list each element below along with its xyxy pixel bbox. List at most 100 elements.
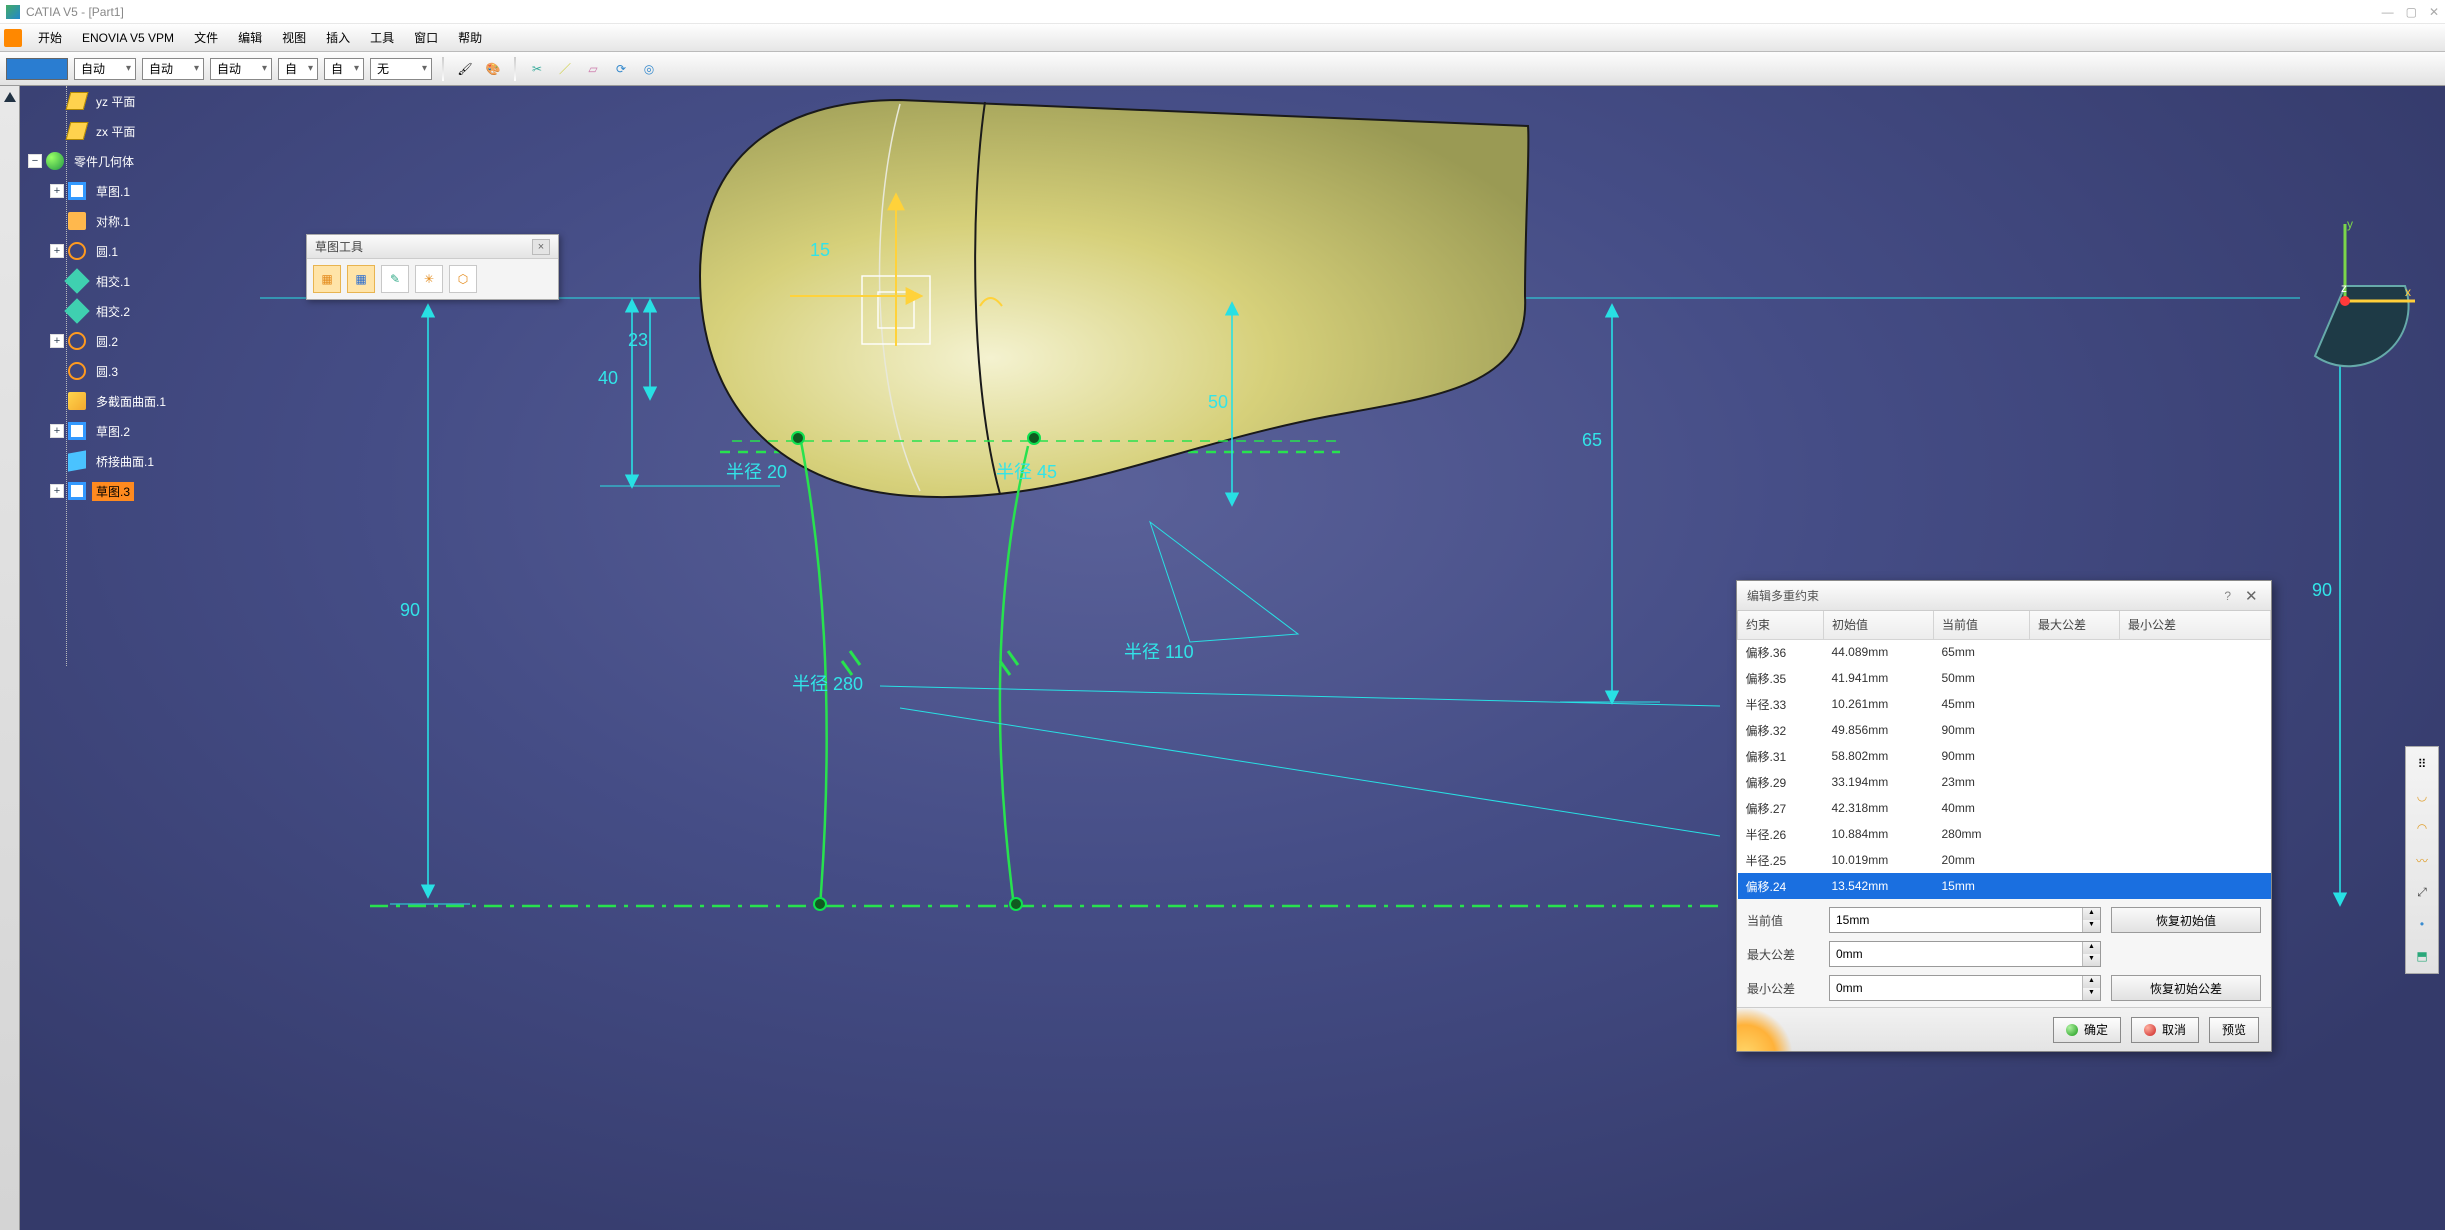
spin-up-icon[interactable]: ▲ — [2083, 908, 2100, 920]
tree-node[interactable]: + 圆.2 — [50, 326, 170, 356]
menu-edit[interactable]: 编辑 — [228, 26, 272, 49]
menu-view[interactable]: 视图 — [272, 26, 316, 49]
cancel-button[interactable]: 取消 — [2131, 1017, 2199, 1043]
construction-icon[interactable]: ✎ — [381, 265, 409, 293]
menu-file[interactable]: 文件 — [184, 26, 228, 49]
tree-node[interactable]: yz 平面 — [50, 86, 170, 116]
min-tol-input[interactable]: ▲▼ — [1829, 975, 2101, 1001]
col-initial[interactable]: 初始值 — [1824, 611, 1934, 639]
tree-node[interactable]: + 草图.3 — [50, 476, 170, 506]
table-row[interactable]: 偏移.2413.542mm15mm — [1738, 873, 2271, 899]
tree-node[interactable]: 多截面曲面.1 — [50, 386, 170, 416]
expand-icon[interactable] — [50, 304, 64, 318]
expand-icon[interactable]: + — [50, 334, 64, 348]
select-2[interactable]: 自动 — [142, 58, 204, 80]
tree-label[interactable]: 零件几何体 — [70, 152, 138, 171]
select-5[interactable]: 自 — [324, 58, 364, 80]
palette-header[interactable]: 草图工具 × — [307, 235, 558, 259]
expand-icon[interactable] — [50, 454, 64, 468]
menu-insert[interactable]: 插入 — [316, 26, 360, 49]
expand-icon[interactable] — [50, 364, 64, 378]
profile-icon[interactable]: ⬒ — [2409, 943, 2435, 969]
restore-value-button[interactable]: 恢复初始值 — [2111, 907, 2261, 933]
menu-start[interactable]: 开始 — [28, 26, 72, 49]
tree-node[interactable]: 圆.3 — [50, 356, 170, 386]
tree-label[interactable]: 草图.1 — [92, 182, 134, 201]
handle-icon[interactable]: ⠿ — [2409, 751, 2435, 777]
expand-icon[interactable]: + — [50, 484, 64, 498]
tree-label[interactable]: 相交.1 — [92, 272, 134, 291]
restore-tolerance-button[interactable]: 恢复初始公差 — [2111, 975, 2261, 1001]
expand-icon[interactable] — [50, 274, 64, 288]
palette-close-icon[interactable]: × — [532, 239, 550, 255]
dialog-help-icon[interactable]: ? — [2224, 589, 2231, 603]
table-row[interactable]: 偏移.3249.856mm90mm — [1738, 717, 2271, 743]
tree-node[interactable]: − 零件几何体 — [28, 146, 170, 176]
menu-help[interactable]: 帮助 — [448, 26, 492, 49]
tree-label[interactable]: 圆.2 — [92, 332, 122, 351]
menu-enovia[interactable]: ENOVIA V5 VPM — [72, 28, 184, 48]
col-max-tol[interactable]: 最大公差 — [2030, 611, 2120, 639]
col-current[interactable]: 当前值 — [1934, 611, 2030, 639]
tree-label[interactable]: 相交.2 — [92, 302, 134, 321]
palette-icon[interactable]: 🎨 — [482, 58, 504, 80]
tree-node[interactable]: zx 平面 — [50, 116, 170, 146]
table-row[interactable]: 偏移.3541.941mm50mm — [1738, 665, 2271, 691]
viewport[interactable]: yz 平面 zx 平面 − 零件几何体 + 草图.1 对称.1 + 圆.1 相交.1 相交.2 + 圆.… — [0, 86, 2445, 1230]
expand-icon[interactable]: + — [50, 424, 64, 438]
max-tol-input[interactable]: ▲▼ — [1829, 941, 2101, 967]
menu-window[interactable]: 窗口 — [404, 26, 448, 49]
app-menu-icon[interactable] — [4, 29, 22, 47]
sketch-tools-palette[interactable]: 草图工具 × ▦ ▦ ✎ ✳ ⬡ — [306, 234, 559, 300]
table-row[interactable]: 偏移.2742.318mm40mm — [1738, 795, 2271, 821]
current-value-input[interactable]: ▲▼ — [1829, 907, 2101, 933]
geom-constraint-icon[interactable]: ⬡ — [449, 265, 477, 293]
standard-icon[interactable]: ✳ — [415, 265, 443, 293]
tree-label[interactable]: 圆.3 — [92, 362, 122, 381]
tree-node[interactable]: 桥接曲面.1 — [50, 446, 170, 476]
close-icon[interactable]: ✕ — [2429, 5, 2439, 19]
arc2-icon[interactable]: ◠ — [2409, 815, 2435, 841]
select-3[interactable]: 自动 — [210, 58, 272, 80]
erase-icon[interactable]: ▱ — [582, 58, 604, 80]
trim-icon[interactable]: ✂ — [526, 58, 548, 80]
snap-icon[interactable]: ▦ — [347, 265, 375, 293]
dialog-header[interactable]: 编辑多重约束 ? ✕ — [1737, 581, 2271, 611]
expand-icon[interactable] — [50, 214, 64, 228]
col-min-tol[interactable]: 最小公差 — [2120, 611, 2271, 639]
dialog-close-icon[interactable]: ✕ — [2245, 587, 2261, 605]
tree-node[interactable]: +草图.2 — [50, 416, 170, 446]
expand-icon[interactable]: + — [50, 184, 64, 198]
refresh-icon[interactable]: ⟳ — [610, 58, 632, 80]
expand-icon[interactable] — [50, 94, 64, 108]
arc1-icon[interactable]: ◡ — [2409, 783, 2435, 809]
tree-node[interactable]: 相交.1 — [50, 266, 170, 296]
ok-button[interactable]: 确定 — [2053, 1017, 2121, 1043]
gutter-arrow-icon[interactable] — [4, 92, 16, 102]
expand-icon[interactable] — [50, 124, 64, 138]
color-swatch[interactable] — [6, 58, 68, 80]
tree-label[interactable]: yz 平面 — [92, 92, 139, 111]
tree-label[interactable]: 草图.3 — [92, 482, 134, 501]
table-row[interactable]: 偏移.3644.089mm65mm — [1738, 639, 2271, 665]
tree-label[interactable]: zx 平面 — [92, 122, 139, 141]
tree-node[interactable]: + 草图.1 — [50, 176, 170, 206]
point-icon[interactable]: • — [2409, 911, 2435, 937]
tree-label[interactable]: 对称.1 — [92, 212, 134, 231]
expand-icon[interactable]: − — [28, 154, 42, 168]
table-row[interactable]: 半径.2610.884mm280mm — [1738, 821, 2271, 847]
tree-node[interactable]: 相交.2 — [50, 296, 170, 326]
select-6[interactable]: 无 — [370, 58, 432, 80]
table-row[interactable]: 半径.2510.019mm20mm — [1738, 847, 2271, 873]
table-row[interactable]: 偏移.2933.194mm23mm — [1738, 769, 2271, 795]
edge-icon[interactable]: ／ — [554, 58, 576, 80]
axis-icon[interactable]: ⤢ — [2409, 879, 2435, 905]
spin-down-icon[interactable]: ▼ — [2083, 920, 2100, 932]
orientation-triad[interactable]: z y x — [2255, 216, 2415, 376]
select-1[interactable]: 自动 — [74, 58, 136, 80]
spline-icon[interactable]: 〰 — [2409, 847, 2435, 873]
tree-label[interactable]: 多截面曲面.1 — [92, 392, 170, 411]
target-icon[interactable]: ◎ — [638, 58, 660, 80]
grid-icon[interactable]: ▦ — [313, 265, 341, 293]
tree-label[interactable]: 圆.1 — [92, 242, 122, 261]
